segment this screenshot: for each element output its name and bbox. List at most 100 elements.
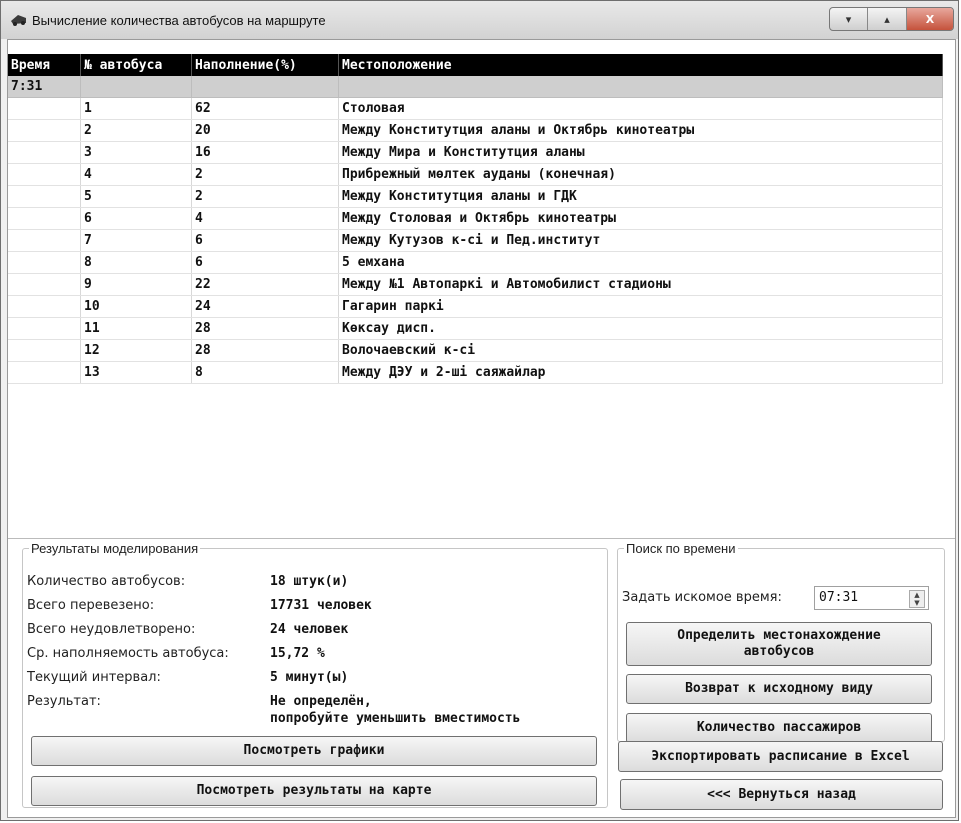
table-row[interactable]: 2 20 Между Конститутция аланы и Октябрь ки… — [8, 119, 943, 142]
time-cell — [8, 163, 81, 186]
column-header-location[interactable]: Местоположение — [338, 54, 943, 76]
location-cell: Гагарин паркі — [338, 295, 943, 318]
fill-percent-cell: 2 — [191, 163, 339, 186]
fill-percent-cell: 2 — [191, 185, 339, 208]
simulation-results-group: Результаты моделирования Количество авто… — [22, 541, 608, 808]
fill-percent-cell: 24 — [191, 295, 339, 318]
window-title: Вычисление количества автобусов на маршр… — [32, 13, 326, 28]
fill-percent-cell: 28 — [191, 339, 339, 362]
result-value-line2: попробуйте уменьшить вместимость — [270, 711, 521, 726]
locate-buses-label-line2: автобусов — [743, 644, 815, 659]
spinner-arrows-icon[interactable]: ▲ ▼ — [909, 590, 925, 608]
fill-percent-cell: 22 — [191, 273, 339, 296]
result-value-line1: Не определён, — [270, 694, 372, 709]
column-header-bus[interactable]: № автобуса — [80, 54, 192, 76]
view-map-results-button[interactable]: Посмотреть результаты на карте — [31, 776, 597, 806]
schedule-table: Время № автобуса Наполнение(%) Местополо… — [8, 54, 943, 384]
interval-value: 5 минут(ы) — [270, 670, 349, 685]
avg-fill-value: 15,72 % — [270, 646, 325, 661]
bus-number-cell: 9 — [80, 273, 192, 296]
client-area: Время № автобуса Наполнение(%) Местополо… — [7, 39, 956, 818]
fill-percent-cell: 6 — [191, 229, 339, 252]
time-search-group: Поиск по времени Задать искомое время: 0… — [617, 541, 945, 743]
table-row[interactable]: 13 8 Между ДЭУ и 2-ші саяжайлар — [8, 361, 943, 384]
reset-view-button[interactable]: Возврат к исходному виду — [626, 674, 932, 704]
location-cell: Көксау дисп. — [338, 317, 943, 340]
table-row[interactable]: 3 16 Между Мира и Конститутция аланы — [8, 141, 943, 164]
location-cell: 5 емхана — [338, 251, 943, 274]
bus-number-cell: 1 — [80, 97, 192, 120]
bus-number-cell: 6 — [80, 207, 192, 230]
table-row[interactable]: 4 2 Прибрежный мөлтек ауданы (конечная) — [8, 163, 943, 186]
location-cell: Между №1 Автопаркі и Автомобилист стадио… — [338, 273, 943, 296]
location-cell: Между Конститутция аланы и Октябрь кинот… — [338, 119, 943, 142]
search-time-label: Задать искомое время: — [622, 590, 782, 605]
bus-number-cell: 7 — [80, 229, 192, 252]
time-cell — [8, 273, 81, 296]
time-cell — [8, 295, 81, 318]
header-row: Время № автобуса Наполнение(%) Местополо… — [8, 54, 943, 76]
bus-count-value: 18 штук(и) — [270, 574, 349, 589]
location-cell: Между ДЭУ и 2-ші саяжайлар — [338, 361, 943, 384]
close-button[interactable]: X — [907, 8, 953, 30]
window-controls: ▾ ▴ X — [829, 7, 954, 31]
group-time: 7:31 — [8, 76, 81, 98]
location-cell: Между Столовая и Октябрь кинотеатры — [338, 207, 943, 230]
location-cell: Между Мира и Конститутция аланы — [338, 141, 943, 164]
time-cell — [8, 361, 81, 384]
export-excel-button[interactable]: Экспортировать расписание в Excel — [618, 741, 943, 772]
bus-number-cell: 5 — [80, 185, 192, 208]
view-charts-button[interactable]: Посмотреть графики — [31, 736, 597, 766]
back-button[interactable]: <<< Вернуться назад — [620, 779, 943, 810]
unsatisfied-value: 24 человек — [270, 622, 349, 637]
main-window: Вычисление количества автобусов на маршр… — [0, 0, 959, 821]
fill-percent-cell: 4 — [191, 207, 339, 230]
transported-label: Всего перевезено: — [27, 598, 155, 613]
bus-number-cell: 4 — [80, 163, 192, 186]
time-cell — [8, 229, 81, 252]
fill-percent-cell: 6 — [191, 251, 339, 274]
bus-number-cell: 3 — [80, 141, 192, 164]
grid-body: 7:31 1 62 Столовая 2 20 Между Конститутция ал… — [8, 76, 943, 384]
minimize-button[interactable]: ▾ — [830, 8, 868, 30]
time-cell — [8, 141, 81, 164]
time-cell — [8, 185, 81, 208]
passenger-count-button[interactable]: Количество пассажиров — [626, 713, 932, 743]
result-label: Результат: — [27, 694, 101, 709]
maximize-button[interactable]: ▴ — [868, 8, 907, 30]
table-row[interactable]: 9 22 Между №1 Автопаркі и Автомобилист ста… — [8, 273, 943, 296]
locate-buses-label-line1: Определить местонахождение — [677, 628, 881, 643]
time-cell — [8, 339, 81, 362]
table-row[interactable]: 7 6 Между Кутузов к-сі и Пед.институт — [8, 229, 943, 252]
fill-percent-cell: 28 — [191, 317, 339, 340]
time-cell — [8, 251, 81, 274]
bus-number-cell: 8 — [80, 251, 192, 274]
bus-number-cell: 2 — [80, 119, 192, 142]
fill-percent-cell: 20 — [191, 119, 339, 142]
interval-label: Текущий интервал: — [27, 670, 161, 685]
fill-percent-cell: 8 — [191, 361, 339, 384]
bus-app-icon — [11, 15, 26, 26]
time-spinner[interactable]: 07:31 ▲ ▼ — [814, 586, 929, 610]
table-row[interactable]: 10 24 Гагарин паркі — [8, 295, 943, 318]
title-bar[interactable]: Вычисление количества автобусов на маршр… — [1, 1, 958, 39]
time-search-legend: Поиск по времени — [626, 541, 736, 556]
table-row[interactable]: 1 62 Столовая — [8, 97, 943, 120]
location-cell: Между Кутузов к-сі и Пед.институт — [338, 229, 943, 252]
time-input[interactable]: 07:31 — [819, 590, 858, 605]
table-row[interactable]: 11 28 Көксау дисп. — [8, 317, 943, 340]
locate-buses-button[interactable]: Определить местонахождение автобусов — [626, 622, 932, 666]
table-row[interactable]: 865 емхана — [8, 251, 943, 274]
bus-number-cell: 12 — [80, 339, 192, 362]
schedule-grid[interactable]: Время № автобуса Наполнение(%) Местополо… — [8, 54, 955, 539]
table-row[interactable]: 5 2 Между Конститутция аланы и ГДК — [8, 185, 943, 208]
fill-percent-cell: 16 — [191, 141, 339, 164]
table-row[interactable]: 12 28 Волочаевский к-сі — [8, 339, 943, 362]
column-header-time[interactable]: Время — [8, 54, 81, 76]
column-header-fill[interactable]: Наполнение(%) — [191, 54, 339, 76]
group-row[interactable]: 7:31 — [8, 76, 943, 98]
table-row[interactable]: 6 4 Между Столовая и Октябрь кинотеатры — [8, 207, 943, 230]
location-cell: Между Конститутция аланы и ГДК — [338, 185, 943, 208]
bus-number-cell: 11 — [80, 317, 192, 340]
location-cell: Волочаевский к-сі — [338, 339, 943, 362]
